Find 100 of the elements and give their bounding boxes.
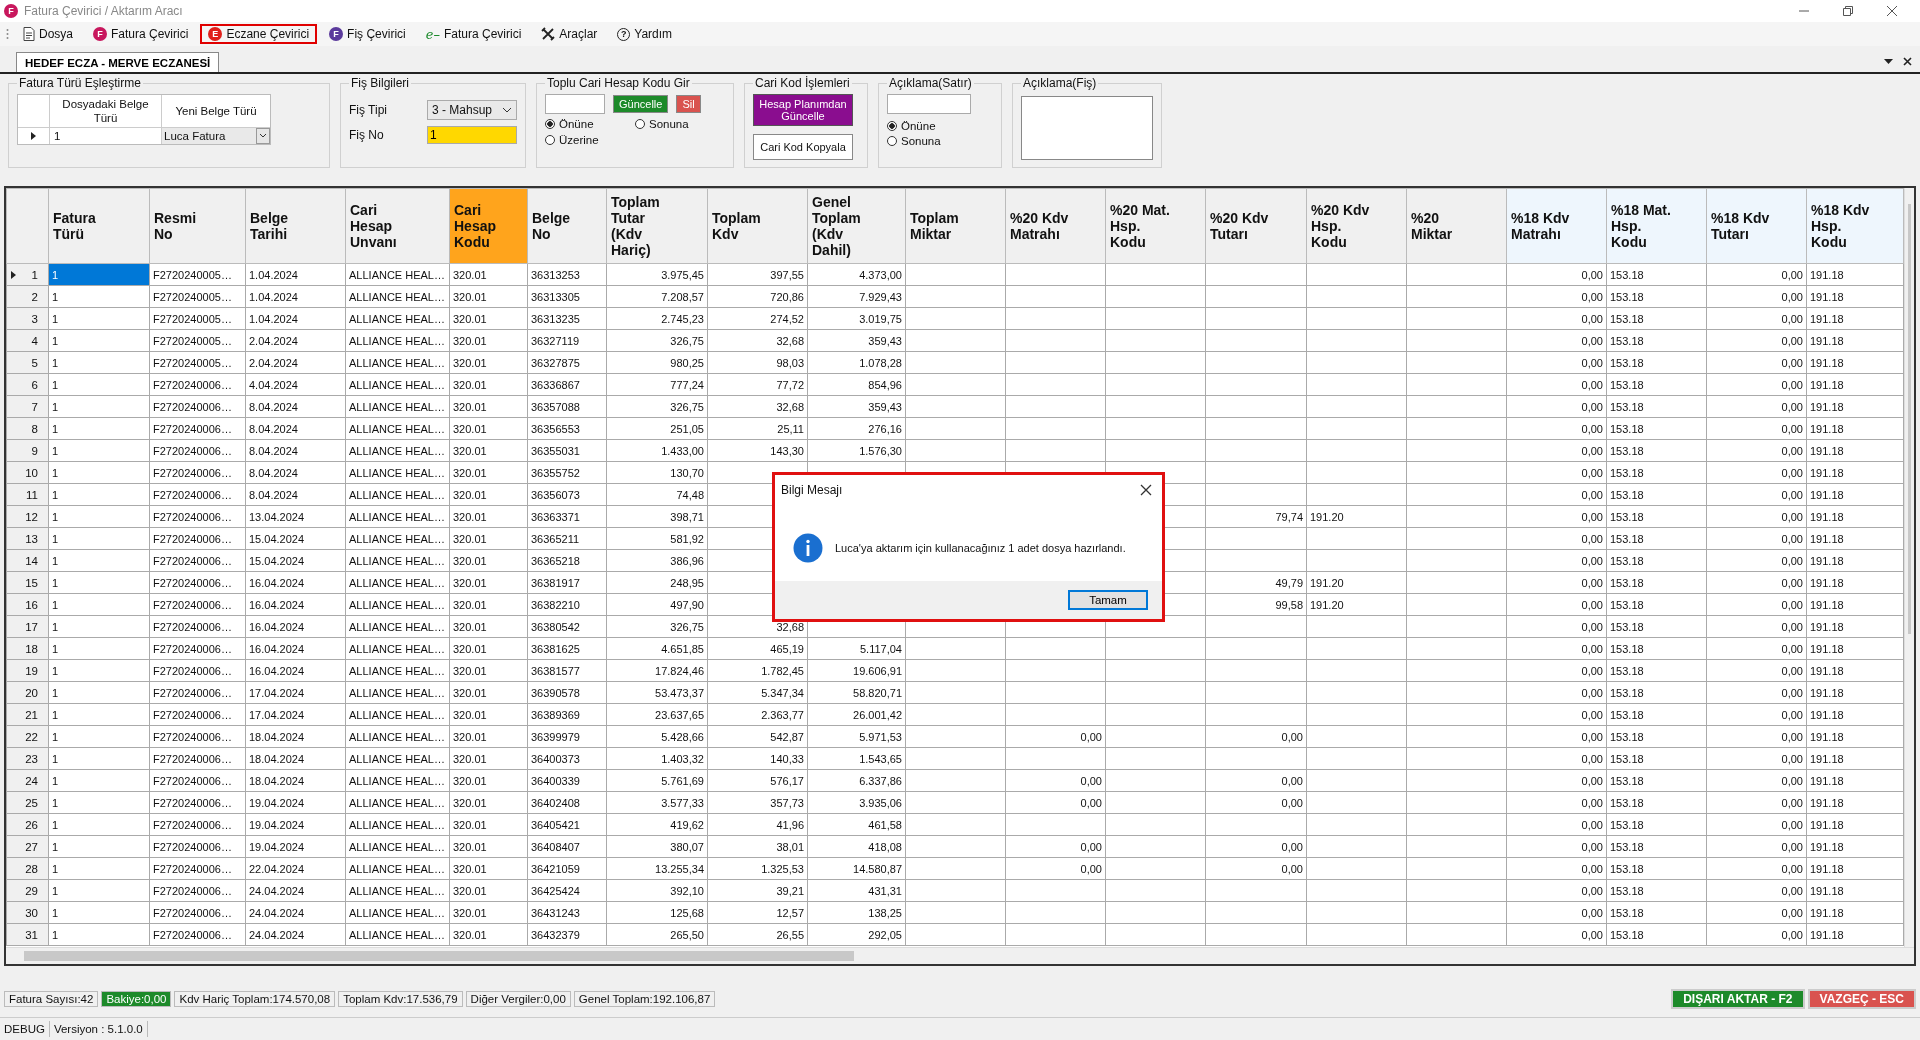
dropdown-icon[interactable] (1884, 58, 1893, 65)
row-header[interactable]: 25 (6, 791, 49, 814)
document-tab[interactable]: HEDEF ECZA - MERVE ECZANESİ (16, 52, 220, 72)
update-from-plan-button[interactable]: Hesap Planımdan Güncelle (753, 94, 853, 126)
row-header[interactable]: 24 (6, 769, 49, 792)
row-header[interactable]: 3 (6, 307, 49, 330)
horizontal-scrollbar[interactable] (6, 947, 1914, 964)
menu-item[interactable]: F Fatura Çevirici (85, 24, 197, 44)
row-header[interactable]: 28 (6, 857, 49, 880)
column-header[interactable]: %20 Mat. Hsp. Kodu (1105, 188, 1206, 264)
column-header[interactable]: Toplam Kdv (707, 188, 808, 264)
row-header[interactable]: 12 (6, 505, 49, 528)
radio-option[interactable]: Üzerine (545, 134, 635, 146)
column-header[interactable]: %18 Mat. Hsp. Kodu (1606, 188, 1707, 264)
table-cell: 191.18 (1806, 637, 1904, 660)
row-header[interactable]: 8 (6, 417, 49, 440)
radio-option[interactable]: Önüne (887, 120, 993, 132)
export-button[interactable]: DIŞARI AKTAR - F2 (1671, 989, 1805, 1009)
radio-option[interactable]: Sonuna (887, 135, 993, 147)
row-header[interactable]: 6 (6, 373, 49, 396)
radio-option[interactable]: Önüne (545, 118, 635, 130)
table-cell: F2720240005… (149, 329, 246, 352)
row-header[interactable]: 11 (6, 483, 49, 506)
table-cell: 0,00 (1506, 417, 1607, 440)
account-code-field[interactable] (545, 94, 605, 114)
vertical-scrollbar[interactable] (1904, 188, 1914, 947)
letter-badge-icon: F (93, 27, 107, 41)
column-header[interactable]: Fatura Türü (48, 188, 150, 264)
close-icon[interactable] (1140, 484, 1152, 496)
table-cell: 0,00 (1506, 329, 1607, 352)
field-label: Fiş Tipi (349, 103, 388, 117)
column-header[interactable]: %18 Kdv Hsp. Kodu (1806, 188, 1904, 264)
row-header[interactable]: 13 (6, 527, 49, 550)
row-header[interactable]: 19 (6, 659, 49, 682)
row-header[interactable]: 9 (6, 439, 49, 462)
column-header[interactable]: %18 Kdv Tutarı (1706, 188, 1807, 264)
receipt-number-field[interactable]: 1 (427, 126, 517, 144)
table-cell: 326,75 (606, 329, 708, 352)
column-header[interactable]: Cari Hesap Kodu (449, 188, 528, 264)
receipt-type-dropdown[interactable]: 3 - Mahsup (427, 100, 517, 120)
table-cell: 542,87 (707, 725, 808, 748)
table-cell: F2720240006… (149, 615, 246, 638)
column-header[interactable]: Toplam Tutar (Kdv Hariç) (606, 188, 708, 264)
cancel-button[interactable]: VAZGEÇ - ESC (1807, 989, 1916, 1009)
letter-e-icon: e– (425, 26, 440, 42)
row-header[interactable]: 29 (6, 879, 49, 902)
row-header[interactable]: 14 (6, 549, 49, 572)
column-header[interactable]: Genel Toplam (Kdv Dahil) (807, 188, 906, 264)
menu-item[interactable]: ? Yardım (609, 24, 681, 44)
copy-code-button[interactable]: Cari Kod Kopyala (753, 134, 853, 160)
row-header[interactable]: 16 (6, 593, 49, 616)
row-header[interactable]: 2 (6, 285, 49, 308)
table-cell: 23.637,65 (606, 703, 708, 726)
row-header[interactable]: 26 (6, 813, 49, 836)
delete-button[interactable]: Sil (676, 95, 701, 113)
column-header[interactable]: Resmi No (149, 188, 246, 264)
receipt-description-field[interactable] (1021, 96, 1153, 160)
column-header[interactable]: Belge No (527, 188, 607, 264)
menu-item[interactable]: F Fiş Çevirici (321, 24, 414, 44)
row-header[interactable]: 10 (6, 461, 49, 484)
row-header[interactable]: 20 (6, 681, 49, 704)
radio-option[interactable]: Sonuna (635, 118, 725, 130)
menu-item[interactable]: Dosya (15, 24, 81, 44)
column-header[interactable]: %20 Miktar (1406, 188, 1507, 264)
table-cell: 7.208,57 (606, 285, 708, 308)
row-header[interactable]: 5 (6, 351, 49, 374)
row-header[interactable]: 30 (6, 901, 49, 924)
ok-button[interactable]: Tamam (1068, 590, 1148, 610)
column-header[interactable]: %18 Kdv Matrahı (1506, 188, 1607, 264)
column-header[interactable]: %20 Kdv Hsp. Kodu (1306, 188, 1407, 264)
row-header[interactable]: 4 (6, 329, 49, 352)
table-cell: 36355752 (527, 461, 607, 484)
row-header[interactable]: 21 (6, 703, 49, 726)
row-header[interactable]: 27 (6, 835, 49, 858)
table-cell: 98,03 (707, 351, 808, 374)
column-header[interactable]: Cari Hesap Unvanı (345, 188, 450, 264)
table-cell: 16.04.2024 (245, 571, 346, 594)
row-header[interactable]: 22 (6, 725, 49, 748)
column-header[interactable]: %20 Kdv Matrahı (1005, 188, 1106, 264)
row-header[interactable]: 31 (6, 923, 49, 946)
line-description-field[interactable] (887, 94, 971, 114)
close-icon[interactable] (1886, 5, 1898, 17)
row-header[interactable]: 7 (6, 395, 49, 418)
row-header[interactable]: 15 (6, 571, 49, 594)
column-header[interactable]: Toplam Miktar (905, 188, 1006, 264)
row-header[interactable]: 1 (6, 263, 49, 286)
column-header[interactable]: Belge Tarihi (245, 188, 346, 264)
table-cell: 0,00 (1506, 769, 1607, 792)
update-button[interactable]: Güncelle (613, 95, 669, 113)
menu-item[interactable]: E Eczane Çevirici (200, 24, 318, 44)
close-icon[interactable] (1903, 57, 1912, 66)
menu-item[interactable]: Araçlar (533, 24, 606, 44)
column-header[interactable]: %20 Kdv Tutarı (1205, 188, 1307, 264)
row-header[interactable]: 23 (6, 747, 49, 770)
row-header[interactable]: 18 (6, 637, 49, 660)
type-dropdown[interactable]: Luca Fatura (162, 128, 270, 144)
row-header[interactable]: 17 (6, 615, 49, 638)
table-cell: 8.04.2024 (245, 395, 346, 418)
restore-icon[interactable] (1842, 5, 1854, 17)
menu-item[interactable]: e– Fatura Çevirici (417, 24, 530, 44)
